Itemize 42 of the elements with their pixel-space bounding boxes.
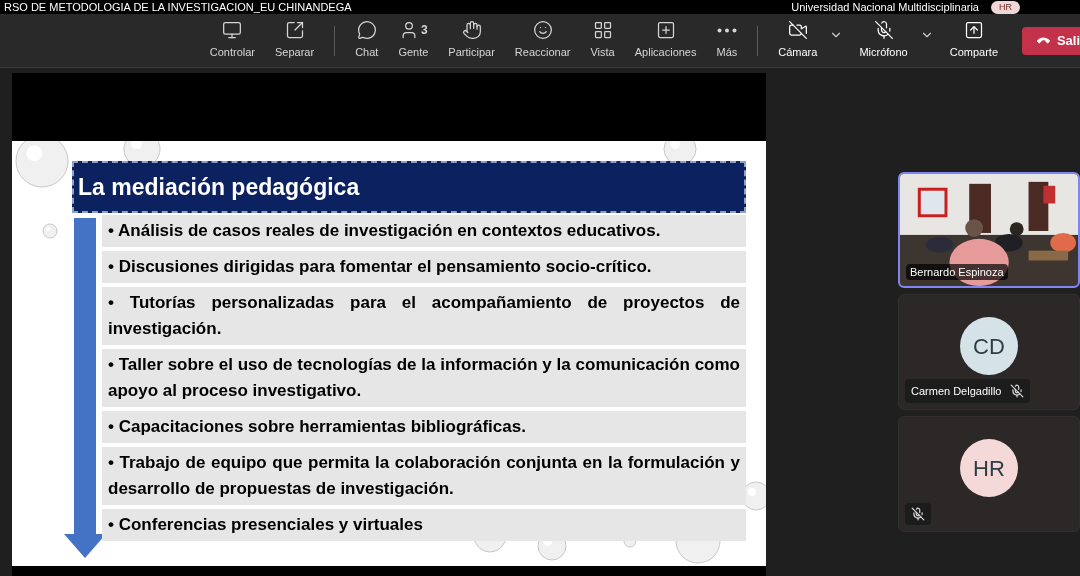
bullet-item: • Conferencias presenciales y virtuales: [108, 514, 424, 536]
grid-icon: [592, 20, 613, 41]
smile-icon: [532, 20, 553, 41]
toolbar-button[interactable]: Cámara: [774, 20, 822, 61]
toolbar-button[interactable]: Micrófono: [855, 20, 912, 61]
hand-icon: [461, 20, 482, 41]
leave-button[interactable]: Sali: [1022, 26, 1080, 55]
toolbar-button[interactable]: 3 Gente: [394, 20, 433, 61]
ellipsis-icon: [716, 27, 737, 33]
avatar: CD: [960, 317, 1018, 375]
share-icon: [963, 20, 984, 41]
slide-title: La mediación pedagógica: [72, 161, 746, 213]
bullet-item: • Discusiones dirigidas para fomentar el pensamiento socio-crítico.: [108, 256, 653, 278]
chat-icon: [356, 20, 377, 41]
toolbar-button[interactable]: Chat: [351, 20, 383, 61]
participant-name: Carmen Delgadillo: [911, 383, 1002, 399]
toolbar-button[interactable]: Reaccionar: [510, 20, 575, 61]
toolbar-button[interactable]: Comparte: [945, 20, 1002, 61]
toolbar-button[interactable]: Vista: [586, 20, 619, 61]
participant-tile[interactable]: HR: [898, 416, 1080, 532]
avatar[interactable]: HR: [991, 0, 1020, 14]
participant-tile[interactable]: Bernardo Espinoza: [898, 172, 1080, 288]
monitor-icon: [222, 20, 243, 41]
meeting-title: RSO DE METODOLOGIA DE LA INVESTIGACION_EU CHINANDEGA: [4, 1, 352, 13]
participant-name: Bernardo Espinoza: [906, 263, 1008, 280]
bullet-item: • Tutorías personalizadas para el acompañamiento de proyectos de investigación.: [108, 292, 740, 340]
bullet-item: • Análisis de casos reales de investigación en contextos educativos.: [108, 220, 662, 242]
bullet-item: • Taller sobre el uso de tecnologías de la información y la comunicación como apoyo al proceso investigativo.: [108, 354, 740, 402]
avatar: HR: [960, 439, 1018, 497]
camera-off-icon: [787, 20, 808, 41]
plus-icon: [655, 20, 676, 41]
toolbar-button[interactable]: Más: [712, 20, 742, 61]
microphone-off-icon: [873, 20, 894, 41]
toolbar-button[interactable]: Separar: [271, 20, 319, 61]
toolbar-button[interactable]: Controlar: [205, 20, 259, 61]
participant-tile[interactable]: CD Carmen Delgadillo: [898, 294, 1080, 410]
bullet-item: • Capacitaciones sobre herramientas bibliográficas.: [108, 416, 527, 438]
bullet-item: • Trabajo de equipo que permita la colaboración conjunta en la formulación y desarrollo de propuestas de investigación.: [108, 452, 740, 500]
popout-icon: [284, 20, 305, 41]
toolbar-button[interactable]: Aplicaciones: [630, 20, 701, 61]
organization-name: Universidad Nacional Multidisciplinaria: [791, 1, 979, 13]
toolbar-button[interactable]: Participar: [444, 20, 499, 61]
